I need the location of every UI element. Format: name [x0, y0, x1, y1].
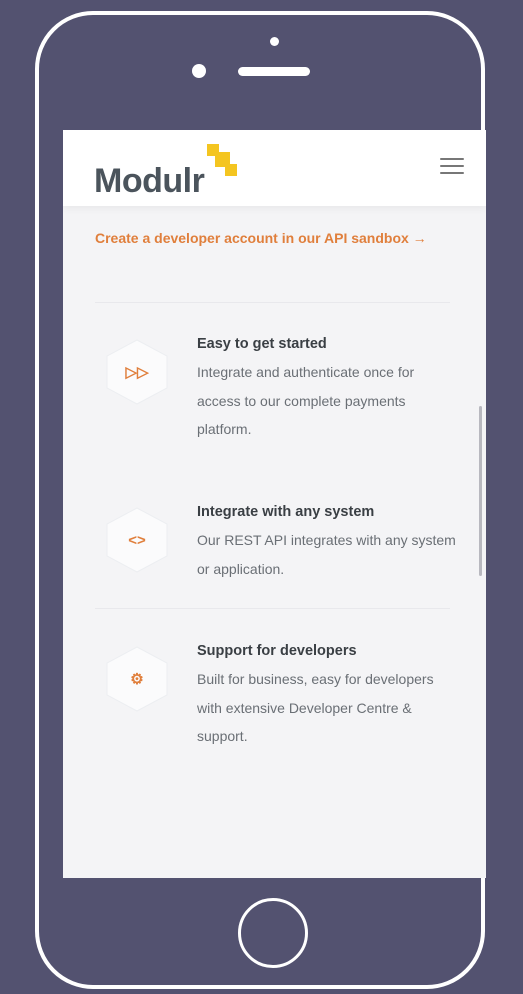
feature-description: Integrate and authenticate once for acce…	[197, 364, 415, 437]
feature-description: Our REST API integrates with any system …	[197, 532, 456, 577]
scrollbar[interactable]	[479, 406, 482, 576]
feature-description: Built for business, easy for developers …	[197, 671, 434, 744]
feature-glyph: ⚙	[130, 671, 144, 688]
site-header: Modulr	[63, 130, 486, 206]
feature-title: Support for developers	[197, 643, 357, 659]
divider	[95, 302, 450, 303]
speaker-grille	[238, 67, 310, 76]
feature-title: Easy to get started	[197, 336, 327, 352]
code-brackets-icon: <>	[101, 504, 173, 576]
hamburger-menu-icon[interactable]	[440, 158, 464, 176]
camera-icon	[270, 37, 279, 46]
divider	[95, 608, 450, 609]
home-button[interactable]	[238, 898, 308, 968]
feature-title: Integrate with any system	[197, 504, 375, 520]
gear-icon: ⚙	[101, 643, 173, 715]
logo-text: Modulr	[94, 162, 205, 200]
create-developer-account-link[interactable]: Create a developer account in our API sa…	[95, 230, 427, 246]
modulr-logo[interactable]: Modulr	[94, 140, 254, 200]
feature-glyph: ▷▷	[125, 364, 149, 381]
fast-forward-icon: ▷▷	[101, 336, 173, 408]
phone-screen: Modulr Create a developer account in our…	[63, 130, 486, 878]
sensor-icon	[192, 64, 206, 78]
feature-glyph: <>	[128, 531, 146, 549]
